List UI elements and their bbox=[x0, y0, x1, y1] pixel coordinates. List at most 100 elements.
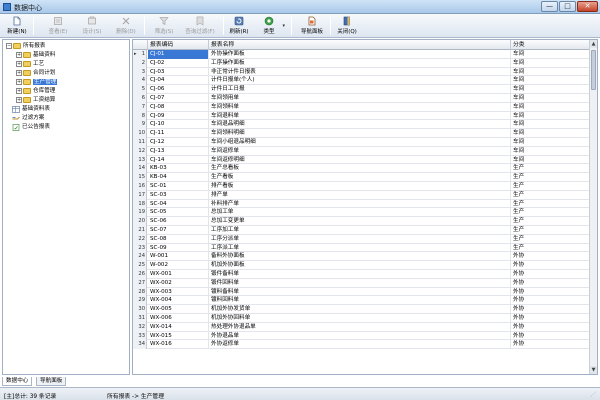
cell-name[interactable]: 工序操作面板 bbox=[209, 58, 511, 68]
row-number[interactable]: 23 bbox=[133, 243, 147, 253]
cell-name[interactable]: 车间退料单 bbox=[209, 111, 511, 121]
cell-code[interactable]: WX-016 bbox=[148, 340, 209, 350]
cell-category[interactable]: 外协 bbox=[511, 296, 591, 306]
cell-category[interactable]: 车间 bbox=[511, 85, 591, 94]
cell-category[interactable]: 外协 bbox=[511, 314, 591, 323]
table-row[interactable]: 31 WX-006 机加外协回料单 外协 bbox=[133, 314, 591, 323]
table-row[interactable]: 6 CJ-07 车间领用单 车间 bbox=[133, 94, 591, 103]
table-row[interactable]: 26 WX-001 锻件备料单 外协 bbox=[133, 270, 591, 279]
cell-category[interactable]: 车间 bbox=[511, 138, 591, 147]
table-row[interactable]: 8 CJ-09 车间退料单 车间 bbox=[133, 111, 591, 121]
tree-item-published-reports[interactable]: 已公告报表 bbox=[12, 123, 50, 131]
cell-category[interactable]: 车间 bbox=[511, 67, 591, 77]
cell-category[interactable]: 生产 bbox=[511, 243, 591, 253]
refresh-button[interactable]: 刷新(R) bbox=[227, 15, 251, 37]
row-number[interactable]: 30 bbox=[133, 305, 147, 314]
cell-code[interactable]: WX-001 bbox=[148, 270, 209, 279]
row-number[interactable]: 25 bbox=[133, 261, 147, 270]
row-number[interactable]: 32 bbox=[133, 322, 147, 332]
cell-category[interactable]: 车间 bbox=[511, 76, 591, 86]
cell-name[interactable]: 机加外协回料单 bbox=[209, 314, 511, 323]
delete-button[interactable]: 删除(D) bbox=[112, 15, 140, 37]
row-number[interactable]: 8 bbox=[133, 111, 147, 121]
cell-code[interactable]: CJ-02 bbox=[148, 58, 209, 68]
new-button[interactable]: 新建(N) bbox=[4, 15, 30, 37]
cell-code[interactable]: W-002 bbox=[148, 261, 209, 270]
cell-name[interactable]: 车间小组退品明细 bbox=[209, 138, 511, 147]
expand-icon[interactable]: + bbox=[16, 79, 22, 85]
table-row[interactable]: 32 WX-014 热处理外协退品单 外协 bbox=[133, 322, 591, 332]
cell-name[interactable]: 车间领料明细 bbox=[209, 129, 511, 138]
cell-code[interactable]: CJ-11 bbox=[148, 129, 209, 138]
close-window-button[interactable]: ✕ bbox=[577, 1, 598, 12]
cell-category[interactable]: 外协 bbox=[511, 331, 591, 341]
cell-name[interactable]: 非正常计件日报表 bbox=[209, 67, 511, 77]
cell-name[interactable]: 计件日工日报 bbox=[209, 85, 511, 94]
cell-code[interactable]: CJ-09 bbox=[148, 111, 209, 121]
row-number[interactable]: 19 bbox=[133, 208, 147, 218]
row-number[interactable]: 28 bbox=[133, 287, 147, 297]
expand-icon[interactable]: + bbox=[16, 97, 22, 103]
tree-item-production-mgmt[interactable]: + 生产管理 bbox=[16, 78, 58, 86]
table-row[interactable]: 25 W-002 机加外协面板 外协 bbox=[133, 261, 591, 270]
cell-code[interactable]: CJ-12 bbox=[148, 138, 209, 147]
tree-item-process[interactable]: + 工艺 bbox=[16, 60, 44, 68]
resize-grip-icon[interactable]: ⋰ bbox=[590, 391, 598, 399]
row-number[interactable]: 16 bbox=[133, 182, 147, 191]
cell-code[interactable]: CJ-07 bbox=[148, 94, 209, 103]
cell-category[interactable]: 车间 bbox=[511, 58, 591, 68]
row-number[interactable]: 18 bbox=[133, 199, 147, 209]
row-number[interactable]: 33 bbox=[133, 331, 147, 341]
table-row[interactable]: 28 WX-003 镀料备料单 外协 bbox=[133, 287, 591, 297]
scroll-thumb[interactable] bbox=[591, 50, 596, 90]
table-row[interactable]: 33 WX-015 外协退品单 外协 bbox=[133, 331, 591, 341]
cell-code[interactable]: CJ-10 bbox=[148, 120, 209, 130]
row-number[interactable]: 5 bbox=[133, 85, 147, 94]
cell-name[interactable]: 锻件备料单 bbox=[209, 270, 511, 279]
table-row[interactable]: 16 SC-01 排产看板 生产 bbox=[133, 182, 591, 191]
cell-code[interactable]: SC-06 bbox=[148, 217, 209, 226]
table-row[interactable]: 22 SC-08 工序分派单 生产 bbox=[133, 234, 591, 244]
minimize-button[interactable]: — bbox=[541, 1, 558, 12]
cell-name[interactable]: 工序分派单 bbox=[209, 234, 511, 244]
chevron-down-icon[interactable]: ▾ bbox=[282, 23, 285, 29]
table-row[interactable]: 23 SC-09 工序派工单 生产 bbox=[133, 243, 591, 253]
cell-code[interactable]: SC-01 bbox=[148, 182, 209, 191]
table-row[interactable]: 4 CJ-04 计件日报单(个人) 车间 bbox=[133, 76, 591, 86]
table-row[interactable]: 3 CJ-03 非正常计件日报表 车间 bbox=[133, 67, 591, 77]
table-row[interactable]: 7 CJ-08 车间领料单 车间 bbox=[133, 102, 591, 112]
cell-code[interactable]: WX-004 bbox=[148, 296, 209, 306]
collapse-icon[interactable]: − bbox=[6, 43, 12, 49]
cell-name[interactable]: 备料外协面板 bbox=[209, 252, 511, 262]
cell-name[interactable]: 总加工单 bbox=[209, 208, 511, 218]
cell-name[interactable]: 工序派工单 bbox=[209, 243, 511, 253]
table-row[interactable]: 29 WX-004 镀料回料单 外协 bbox=[133, 296, 591, 306]
cell-category[interactable]: 车间 bbox=[511, 155, 591, 165]
row-number[interactable]: 6 bbox=[133, 94, 147, 103]
cell-name[interactable]: 机加外协发货单 bbox=[209, 305, 511, 314]
expand-icon[interactable]: + bbox=[16, 61, 22, 67]
cell-category[interactable]: 车间 bbox=[511, 50, 591, 59]
cell-code[interactable]: CJ-08 bbox=[148, 102, 209, 112]
cell-name[interactable]: 车间返修单 bbox=[209, 146, 511, 156]
table-row[interactable]: 34 WX-016 外协返修单 外协 bbox=[133, 340, 591, 350]
cell-category[interactable]: 生产 bbox=[511, 173, 591, 182]
cell-category[interactable]: 生产 bbox=[511, 234, 591, 244]
table-row[interactable]: 21 SC-07 工序加工单 生产 bbox=[133, 226, 591, 235]
table-row[interactable]: 9 CJ-10 车间退品明细 车间 bbox=[133, 120, 591, 130]
expand-icon[interactable]: + bbox=[16, 88, 22, 94]
table-row[interactable]: 20 SC-06 总加工变更单 生产 bbox=[133, 217, 591, 226]
row-number[interactable]: 24 bbox=[133, 252, 147, 262]
cell-code[interactable]: W-001 bbox=[148, 252, 209, 262]
cell-code[interactable]: CJ-13 bbox=[148, 146, 209, 156]
cell-category[interactable]: 生产 bbox=[511, 208, 591, 218]
cell-category[interactable]: 外协 bbox=[511, 322, 591, 332]
cell-code[interactable]: SC-07 bbox=[148, 226, 209, 235]
cell-name[interactable]: 工序加工单 bbox=[209, 226, 511, 235]
scroll-down-icon[interactable]: ▼ bbox=[590, 366, 597, 374]
table-row[interactable]: 24 W-001 备料外协面板 外协 bbox=[133, 252, 591, 262]
cell-category[interactable]: 生产 bbox=[511, 190, 591, 200]
row-number[interactable]: 34 bbox=[133, 340, 147, 350]
filter-button[interactable]: 筛选(S) bbox=[150, 15, 178, 37]
view-button[interactable]: 查看(E) bbox=[44, 15, 72, 37]
